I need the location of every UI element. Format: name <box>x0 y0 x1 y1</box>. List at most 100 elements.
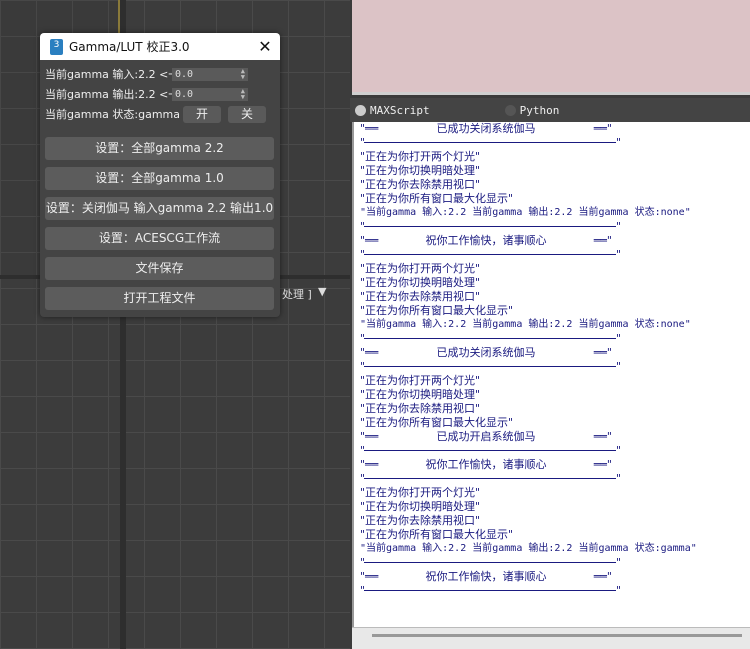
banner-text: 祝你工作愉快，诸事顺心 <box>425 458 547 471</box>
tab-label: Python <box>519 103 560 117</box>
banner-left: "══ <box>360 346 379 359</box>
banner-text: 已成功关闭系统伽马 <box>436 346 536 359</box>
log-line: "正在为你所有窗口最大化显示" <box>360 304 514 317</box>
3dsmax-app-icon: 3 <box>50 38 63 55</box>
listener-macro-recorder-pane[interactable] <box>352 0 750 95</box>
log-line: "正在为你切换明暗处理" <box>360 500 481 513</box>
gamma-input-row: 当前gamma 输入:2.2 <一 0.0 ▲ ▼ <box>40 64 280 84</box>
gamma-output-row: 当前gamma 输出:2.2 <一 0.0 ▲ ▼ <box>40 84 280 104</box>
banner-right: ══" <box>593 122 612 135</box>
radio-selected-icon[interactable] <box>355 104 366 116</box>
quote: " <box>616 360 622 373</box>
quote: " <box>616 444 622 457</box>
separator-line <box>364 254 616 255</box>
log-line: "正在为你打开两个灯光" <box>360 150 481 163</box>
quote: " <box>616 332 622 345</box>
log-banner: "══ 已成功关闭系统伽马 ══" <box>354 346 612 360</box>
log-separator: " " <box>354 472 750 486</box>
set-all-gamma-1-0-button[interactable]: 设置：全部gamma 1.0 <box>45 167 274 190</box>
spinner-arrows-icon[interactable]: ▲ ▼ <box>241 67 245 80</box>
gamma-state-row: 当前gamma 状态:gamma 开 关 <box>40 104 280 124</box>
log-line: "正在为你打开两个灯光" <box>360 486 481 499</box>
quote: " <box>616 556 622 569</box>
tab-maxscript[interactable]: MAXScript <box>350 104 430 117</box>
log-line: "正在为你所有窗口最大化显示" <box>360 192 514 205</box>
banner-right: ══" <box>593 346 612 359</box>
log-line: "正在为你打开两个灯光" <box>360 262 481 275</box>
on-button[interactable]: 开 <box>183 105 221 123</box>
banner-right: ══" <box>593 430 612 443</box>
separator-line <box>364 450 616 451</box>
log-line: "正在为你去除禁用视口" <box>360 402 481 415</box>
log-line: "当前gamma 输入:2.2 当前gamma 输出:2.2 当前gamma 状… <box>360 543 697 554</box>
log-line: "正在为你切换明暗处理" <box>360 388 481 401</box>
log-line: "正在为你所有窗口最大化显示" <box>360 416 514 429</box>
banner-left: "══ <box>360 122 379 135</box>
spinner-value[interactable]: 0.0 <box>175 69 193 80</box>
gamma-state-label: 当前gamma 状态:gamma <box>45 108 180 121</box>
banner-text: 已成功关闭系统伽马 <box>436 122 536 135</box>
separator-line <box>364 366 616 367</box>
banner-text: 祝你工作愉快，诸事顺心 <box>425 570 547 583</box>
quote: " <box>616 584 622 597</box>
log-separator: " " <box>354 556 750 570</box>
open-project-button[interactable]: 打开工程文件 <box>45 287 274 310</box>
set-all-gamma-2-2-button[interactable]: 设置：全部gamma 2.2 <box>45 137 274 160</box>
banner-left: "══ <box>360 458 379 471</box>
listener-tabs: MAXScript Python <box>350 98 750 122</box>
listener-output[interactable]: "══ 已成功关闭系统伽马 ══" " " "正在为你打开两个灯光" "正在为你切换明暗处理… <box>352 122 750 627</box>
dialog-title: Gamma/LUT 校正3.0 <box>69 40 190 54</box>
close-icon[interactable]: ✕ <box>250 37 280 56</box>
horizontal-scrollbar[interactable] <box>352 627 750 649</box>
gamma-output-label: 当前gamma 输出:2.2 <一 <box>45 88 180 101</box>
separator-line <box>364 142 616 143</box>
banner-left: "══ <box>360 570 379 583</box>
scrollbar-thumb[interactable] <box>372 634 742 637</box>
log-line: "正在为你去除禁用视口" <box>360 514 481 527</box>
log-line: "正在为你去除禁用视口" <box>360 290 481 303</box>
banner-left: "══ <box>360 430 379 443</box>
quote: " <box>616 248 622 261</box>
banner-text: 祝你工作愉快，诸事顺心 <box>425 234 547 247</box>
log-banner: "══ 祝你工作愉快，诸事顺心 ══" <box>354 570 612 584</box>
off-button[interactable]: 关 <box>228 105 266 123</box>
log-line: "正在为你去除禁用视口" <box>360 178 481 191</box>
gamma-input-spinner[interactable]: 0.0 ▲ ▼ <box>172 67 248 81</box>
set-gamma-off-button[interactable]: 设置：关闭伽马 输入gamma 2.2 输出1.0 <box>45 197 274 220</box>
log-line: "正在为你切换明暗处理" <box>360 276 481 289</box>
log-line: "当前gamma 输入:2.2 当前gamma 输出:2.2 当前gamma 状… <box>360 319 691 330</box>
separator-line <box>364 338 616 339</box>
log-banner: "══ 祝你工作愉快，诸事顺心 ══" <box>354 234 612 248</box>
log-separator: " " <box>354 584 750 598</box>
spinner-arrows-icon[interactable]: ▲ ▼ <box>241 87 245 100</box>
spinner-value[interactable]: 0.0 <box>175 89 193 100</box>
gamma-output-spinner[interactable]: 0.0 ▲ ▼ <box>172 87 248 101</box>
log-line: "正在为你切换明暗处理" <box>360 164 481 177</box>
separator-line <box>364 562 616 563</box>
tab-python[interactable]: Python <box>500 103 560 117</box>
quote: " <box>616 136 622 149</box>
banner-right: ══" <box>593 458 612 471</box>
set-acescg-button[interactable]: 设置：ACESCG工作流 <box>45 227 274 250</box>
log-banner: "══ 已成功关闭系统伽马 ══" <box>354 122 612 136</box>
log-separator: " " <box>354 248 750 262</box>
separator-line <box>364 478 616 479</box>
separator-line <box>364 590 616 591</box>
save-file-button[interactable]: 文件保存 <box>45 257 274 280</box>
log-separator: " " <box>354 136 750 150</box>
gamma-input-label: 当前gamma 输入:2.2 <一 <box>45 68 180 81</box>
filter-icon[interactable]: ▼ <box>318 285 326 298</box>
banner-right: ══" <box>593 570 612 583</box>
viewport-label[interactable]: 处理 ] <box>282 286 312 302</box>
tab-label: MAXScript <box>370 103 430 117</box>
log-banner: "══ 已成功开启系统伽马 ══" <box>354 430 612 444</box>
banner-right: ══" <box>593 234 612 247</box>
log-banner: "══ 祝你工作愉快，诸事顺心 ══" <box>354 458 612 472</box>
gamma-lut-dialog: 3 Gamma/LUT 校正3.0 ✕ 当前gamma 输入:2.2 <一 0.… <box>40 33 280 317</box>
log-separator: " " <box>354 360 750 374</box>
log-line: "正在为你所有窗口最大化显示" <box>360 528 514 541</box>
log-line: "当前gamma 输入:2.2 当前gamma 输出:2.2 当前gamma 状… <box>360 207 691 218</box>
dialog-titlebar: 3 Gamma/LUT 校正3.0 ✕ <box>40 33 280 60</box>
banner-text: 已成功开启系统伽马 <box>436 430 536 443</box>
radio-icon[interactable] <box>504 104 516 116</box>
